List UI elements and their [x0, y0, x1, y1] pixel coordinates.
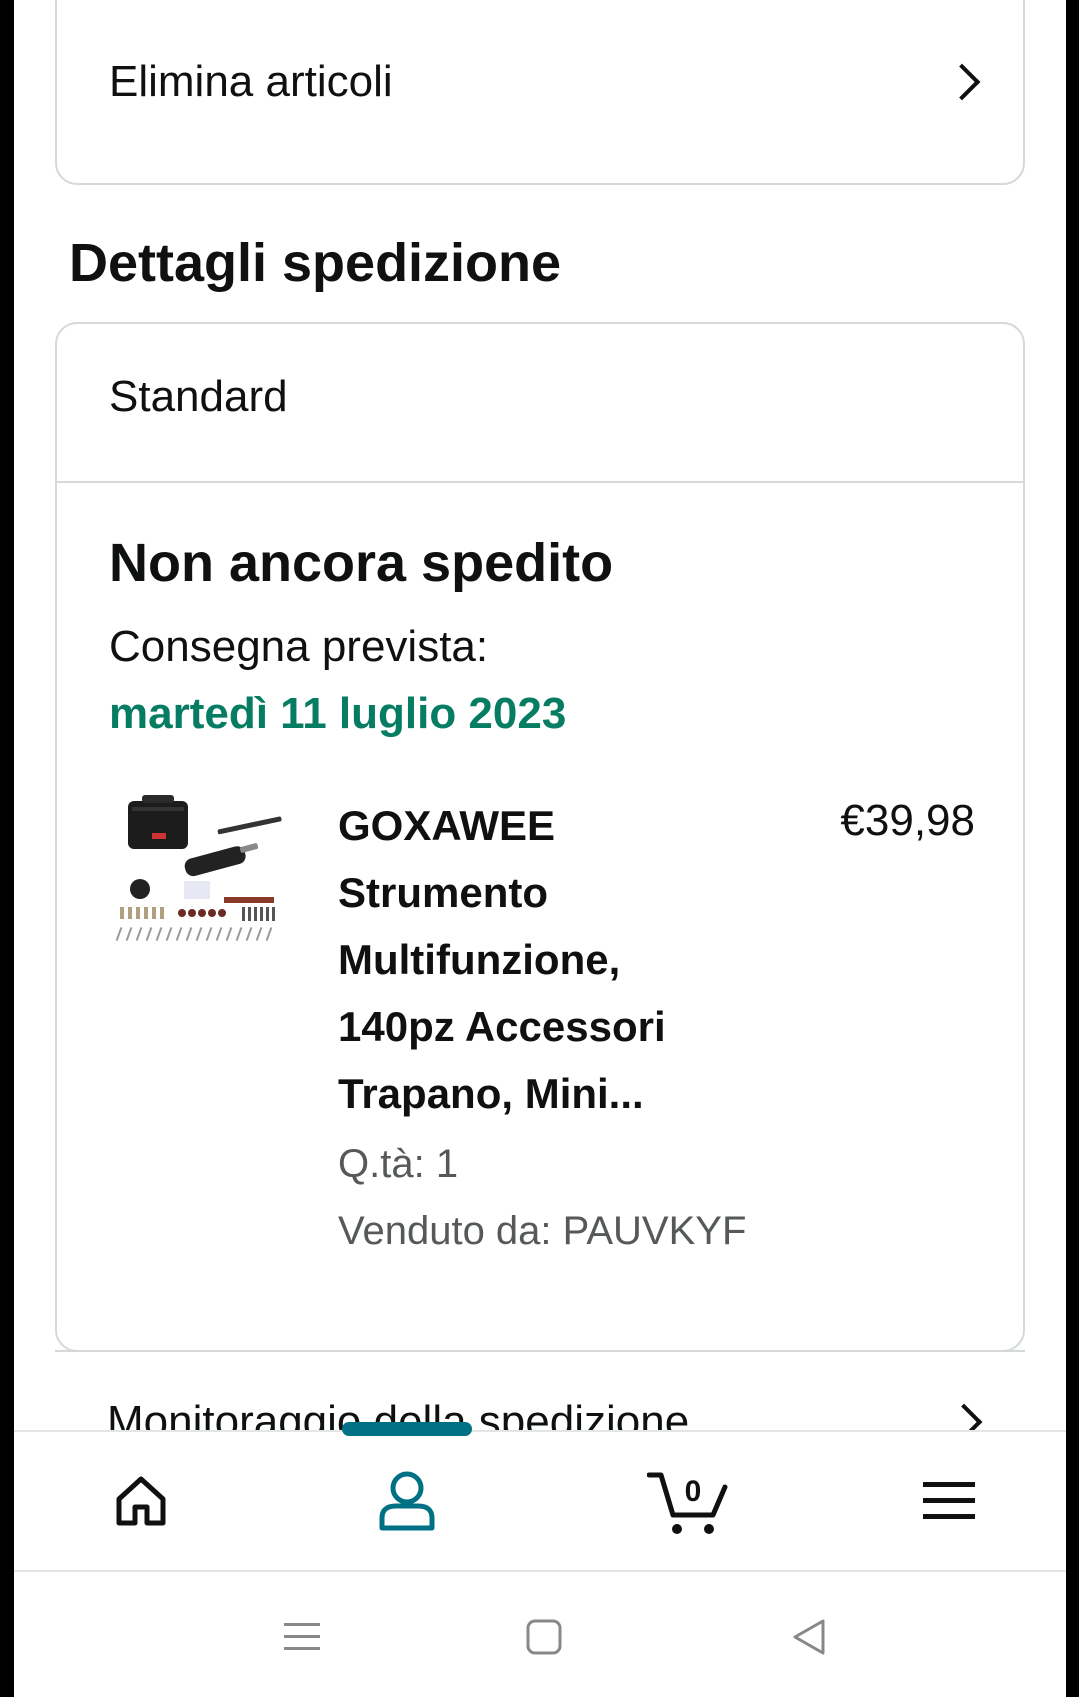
product-title-line: GOXAWEE — [338, 802, 556, 849]
shipment-status: Non ancora spedito — [109, 533, 614, 593]
nav-home[interactable] — [91, 1456, 191, 1546]
active-tab-indicator — [342, 1422, 472, 1436]
product-quantity: Q.tà: 1 — [338, 1142, 459, 1186]
product-title-line: 140pz Accessori — [338, 1003, 666, 1050]
home-icon — [116, 1476, 166, 1526]
product-title-line: Strumento — [338, 869, 548, 916]
product-image[interactable] — [112, 789, 292, 959]
nav-menu[interactable] — [899, 1456, 999, 1546]
chevron-right-icon — [943, 63, 981, 101]
cart-count: 0 — [685, 1475, 702, 1508]
divider — [57, 481, 1023, 483]
delivery-label: Consegna prevista: — [109, 622, 489, 671]
delete-items-link[interactable]: Elimina articoli — [57, 22, 1023, 142]
system-home-button[interactable] — [514, 1612, 574, 1662]
account-icon — [379, 1471, 435, 1531]
back-button[interactable] — [779, 1612, 839, 1662]
system-nav — [14, 1572, 1066, 1697]
nav-cart[interactable]: 0 — [634, 1456, 744, 1546]
product-title-line: Multifunzione, — [338, 936, 621, 983]
cart-icon: 0 — [647, 1472, 728, 1534]
bottom-nav: 0 — [14, 1422, 1066, 1572]
product-title-line: Trapano, Mini... — [338, 1070, 644, 1117]
screen: Elimina articoli Dettagli spedizione Sta… — [14, 0, 1066, 1697]
recents-icon — [284, 1623, 320, 1650]
nav-account[interactable] — [357, 1456, 457, 1546]
recents-button[interactable] — [272, 1612, 332, 1662]
shipment-card: Standard Non ancora spedito Consegna pre… — [55, 322, 1025, 1352]
menu-icon — [923, 1482, 975, 1519]
product-title[interactable]: GOXAWEE Strumento Multifunzione, 140pz A… — [338, 792, 758, 1127]
home-square-icon — [526, 1619, 562, 1655]
product-seller: Venduto da: PAUVKYF — [338, 1209, 747, 1253]
manage-items-card: Elimina articoli — [55, 0, 1025, 185]
product-price: €39,98 — [840, 796, 975, 845]
back-triangle-icon — [793, 1619, 825, 1655]
delete-items-label: Elimina articoli — [109, 57, 393, 106]
delivery-date: martedì 11 luglio 2023 — [109, 689, 567, 738]
shipping-type: Standard — [109, 372, 288, 421]
section-title: Dettagli spedizione — [69, 233, 562, 293]
